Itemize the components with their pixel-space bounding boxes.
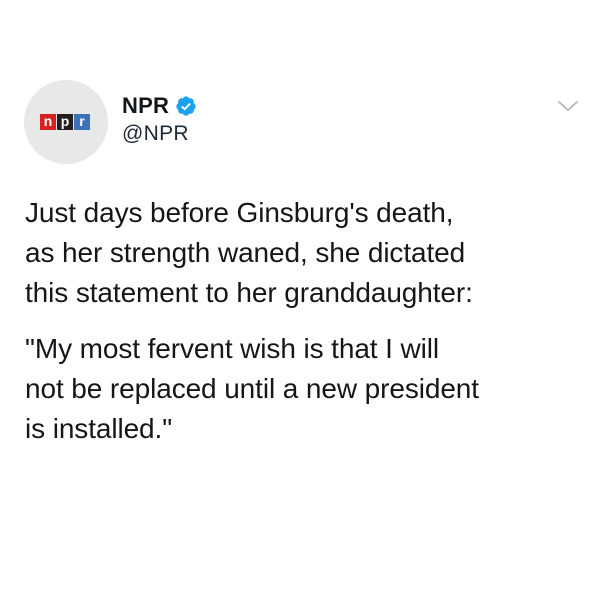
npr-logo-letter-p: p bbox=[57, 113, 73, 130]
tweet-paragraph: Just days before Ginsburg's death, as he… bbox=[25, 197, 473, 308]
tweet-card: n p r NPR @NPR Just days before Ginsburg… bbox=[0, 0, 600, 600]
author-handle[interactable]: @NPR bbox=[122, 122, 189, 146]
npr-logo: n p r bbox=[40, 113, 90, 130]
tweet-text: Just days before Ginsburg's death, as he… bbox=[25, 193, 585, 449]
chevron-down-icon[interactable] bbox=[557, 98, 579, 114]
npr-logo-letter-n: n bbox=[40, 113, 56, 130]
tweet-quote-paragraph: "My most fervent wish is that I will not… bbox=[25, 333, 479, 444]
avatar[interactable]: n p r bbox=[24, 80, 108, 164]
npr-logo-letter-r: r bbox=[74, 113, 90, 130]
author-name-row: NPR bbox=[122, 93, 197, 119]
author-display-name[interactable]: NPR bbox=[122, 93, 169, 119]
verified-badge-icon bbox=[176, 96, 196, 116]
